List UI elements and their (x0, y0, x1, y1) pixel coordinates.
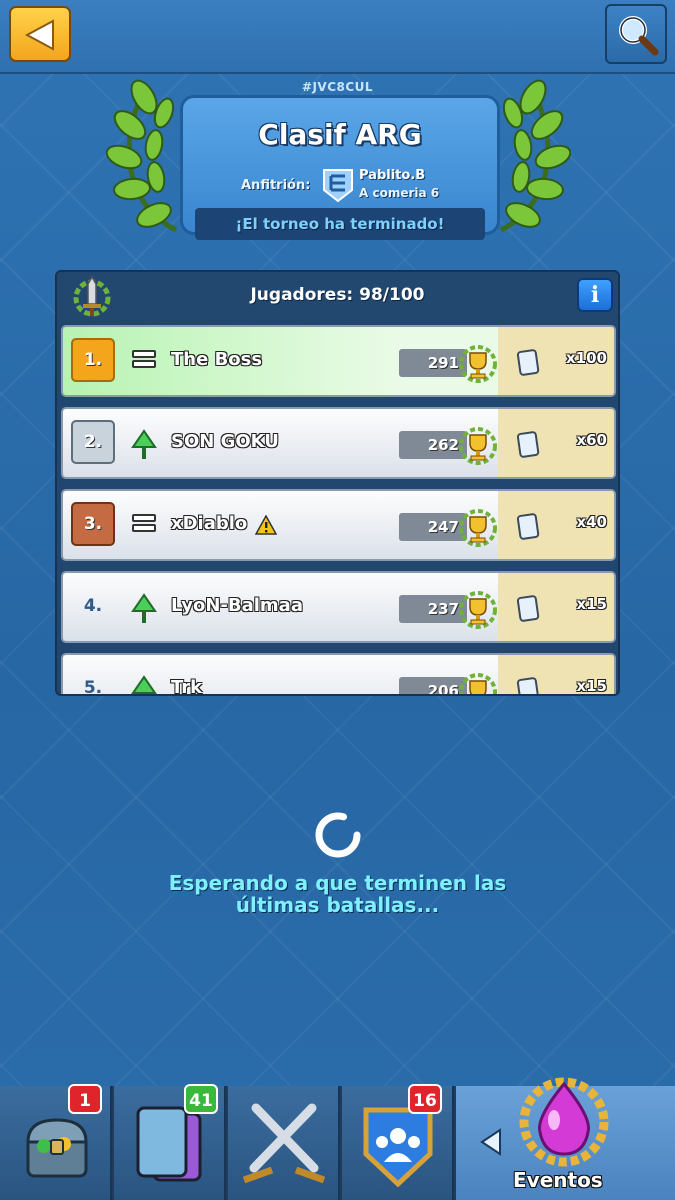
nav-tab-clan[interactable]: 16 (342, 1084, 454, 1200)
nav-tab-battle[interactable] (228, 1086, 340, 1200)
player-name: xDiablo (171, 513, 248, 534)
card-reward-icon (516, 595, 540, 622)
host-clan: A comeria 6 (359, 186, 440, 200)
rank-badge: 2. (71, 420, 115, 464)
top-bar (0, 0, 675, 74)
magnifier-icon (619, 16, 659, 56)
trophy-icon (459, 427, 497, 465)
leaderboard-panel: Jugadores: 98/100 i 1. The Boss 291 x100 (55, 270, 620, 696)
crossed-swords-icon (242, 1103, 326, 1184)
card-reward: x100 (566, 349, 607, 367)
card-reward: x60 (576, 431, 607, 449)
trend-up-icon (131, 429, 157, 459)
player-score: 247 (399, 513, 467, 541)
tournament-tag: #JVC8CUL (301, 80, 374, 94)
waiting-line-2: últimas batallas... (235, 893, 440, 917)
leaderboard-row[interactable]: 5. Trk 206 x15 (61, 653, 616, 696)
rank-label: 4. (83, 596, 103, 616)
rank-badge: 3. (71, 502, 115, 546)
shop-badge: 1 (68, 1084, 102, 1114)
card-reward: x15 (576, 595, 607, 613)
card-reward: x15 (576, 677, 607, 695)
search-button[interactable] (605, 4, 667, 64)
clan-badge-icon (323, 169, 353, 203)
player-score: 262 (399, 431, 467, 459)
leaderboard-header: Jugadores: 98/100 i (57, 272, 618, 320)
trend-same-icon (132, 350, 156, 368)
rank-badge: 1. (71, 338, 115, 382)
trend-up-icon (131, 593, 157, 623)
player-name: LyoN-Balmaa (171, 595, 303, 616)
player-score: 206 (399, 677, 467, 694)
waiting-line-1: Esperando a que terminen las (168, 871, 507, 895)
leaderboard-row[interactable]: 2. SON GOKU 262 x60 (61, 407, 616, 479)
nav-tab-cards[interactable]: 41 (114, 1084, 226, 1200)
waiting-message: Esperando a que terminen las últimas bat… (100, 872, 575, 916)
tournament-status: ¡El torneo ha terminado! (195, 208, 485, 240)
player-name: SON GOKU (171, 431, 279, 452)
card-reward: x40 (576, 513, 607, 531)
elixir-drop-icon (519, 1077, 609, 1167)
leaderboard-row[interactable]: 3. xDiablo 247 x40 (61, 489, 616, 561)
trend-up-icon (131, 675, 157, 694)
trophy-icon (459, 673, 497, 694)
trend-same-icon (132, 514, 156, 532)
back-button[interactable] (9, 6, 71, 62)
trophy-icon (459, 509, 497, 547)
tournament-title: Clasif ARG (258, 118, 422, 151)
info-button[interactable]: i (577, 278, 613, 312)
nav-tab-shop[interactable]: 1 (0, 1084, 112, 1200)
card-reward-icon (516, 431, 540, 458)
player-name: The Boss (171, 349, 263, 370)
trophy-icon (459, 591, 497, 629)
leaderboard-row[interactable]: 1. The Boss 291 x100 (61, 325, 616, 397)
clan-badge: 16 (408, 1084, 442, 1114)
players-count: Jugadores: 98/100 (250, 285, 425, 305)
clan-shield-icon (363, 1107, 433, 1188)
trophy-icon (459, 345, 497, 383)
leaderboard-row[interactable]: 4. LyoN-Balmaa 237 x15 (61, 571, 616, 643)
rank-label: 5. (83, 678, 103, 696)
player-score: 291 (399, 349, 467, 377)
chevron-left-icon[interactable] (480, 1128, 502, 1156)
player-score: 237 (399, 595, 467, 623)
loading-spinner-icon (315, 812, 361, 858)
chest-icon (26, 1118, 88, 1178)
host-label: Anfitrión: (241, 178, 311, 193)
host-name: Pablito.B (359, 168, 426, 183)
cards-badge: 41 (184, 1084, 218, 1114)
card-reward-icon (516, 677, 540, 694)
back-arrow-icon (24, 19, 54, 51)
card-reward-icon (516, 513, 540, 540)
warning-icon (255, 515, 277, 535)
player-name: Trk (171, 677, 203, 696)
events-label: Eventos (513, 1168, 603, 1192)
card-reward-icon (516, 349, 540, 376)
